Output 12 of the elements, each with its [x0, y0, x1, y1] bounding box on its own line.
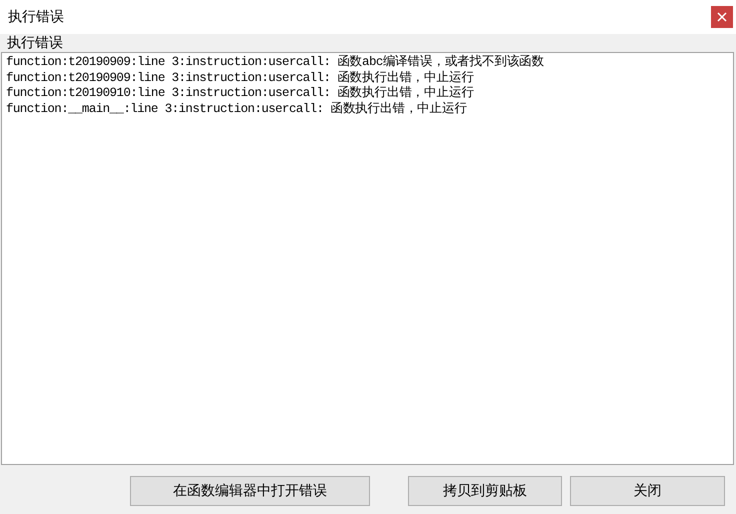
close-icon	[717, 12, 727, 22]
dialog-button[interactable]: 拷贝到剪贴板	[408, 476, 562, 506]
error-log-area[interactable]	[1, 52, 734, 465]
log-line: function:t20190910:line 3:instruction:usercall: 函数执行出错，中止运行	[6, 86, 475, 102]
dialog-button[interactable]: 在函数编辑器中打开错误	[130, 476, 370, 506]
log-line: function:t20190909:line 3:instruction:usercall: 函数abc编译错误，或者找不到该函数	[6, 55, 545, 70]
log-line: function:__main__:line 3:instruction:usercall: 函数执行出错，中止运行	[6, 102, 468, 117]
dialog-button[interactable]: 关闭	[570, 476, 725, 506]
close-button[interactable]	[711, 6, 733, 28]
log-label: 执行错误	[6, 34, 64, 52]
window-title: 执行错误	[8, 8, 64, 26]
log-line: function:t20190909:line 3:instruction:usercall: 函数执行出错，中止运行	[6, 70, 475, 86]
